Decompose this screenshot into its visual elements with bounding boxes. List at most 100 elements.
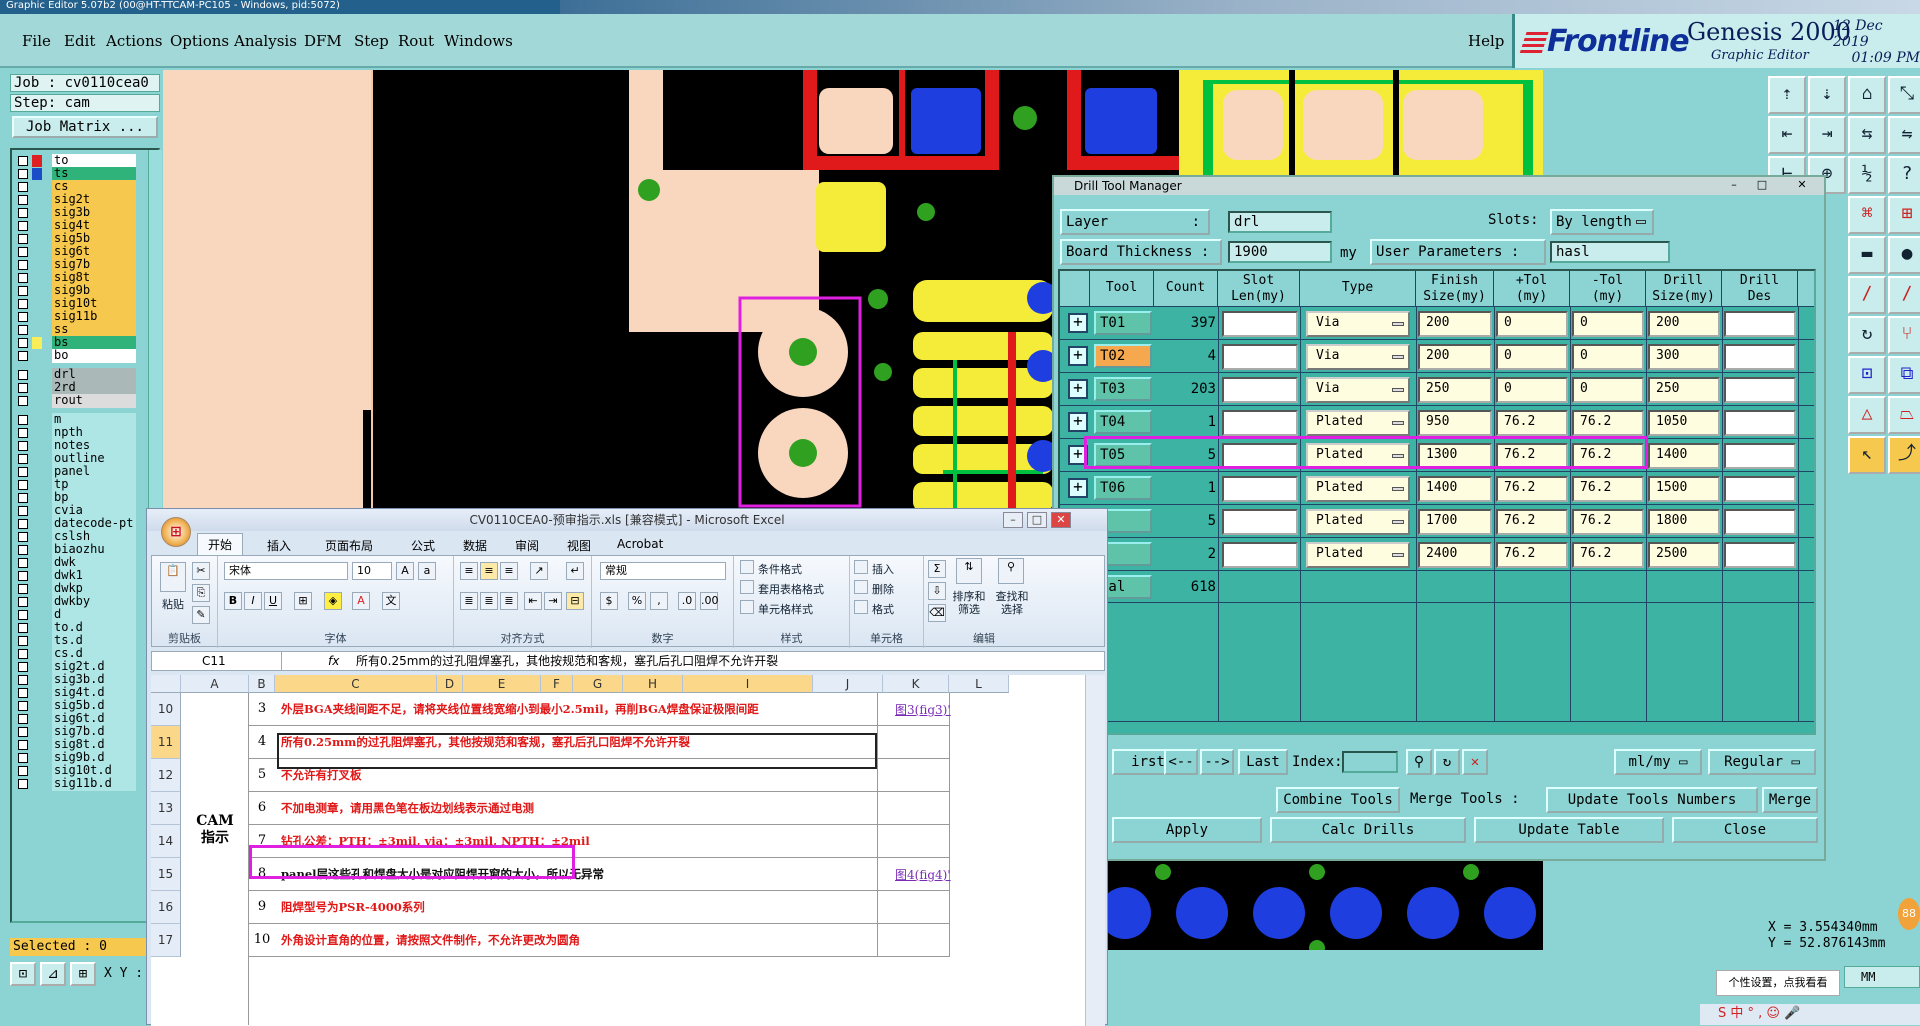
maximize-icon[interactable]: □: [1754, 179, 1770, 192]
layer-checkbox[interactable]: [18, 195, 28, 205]
mode-select[interactable]: Regular ▭: [1708, 749, 1816, 775]
column-header[interactable]: G: [573, 675, 623, 693]
layer-row[interactable]: sig7b.d: [14, 725, 142, 739]
slot-len-cell[interactable]: [1222, 476, 1298, 502]
copy-icon[interactable]: ⎘: [192, 584, 210, 602]
slot-len-cell[interactable]: [1222, 509, 1298, 535]
instruction-number[interactable]: 6: [249, 800, 275, 815]
triangle-icon[interactable]: △: [1848, 396, 1886, 434]
pad-row-icon[interactable]: ▬: [1848, 236, 1886, 274]
drill-des-cell[interactable]: [1724, 311, 1796, 337]
column-header[interactable]: B: [249, 675, 275, 693]
minus-tol-cell[interactable]: 76.2: [1572, 410, 1644, 436]
menu-windows[interactable]: Windows: [444, 32, 513, 50]
layer-row[interactable]: datecode-pt: [14, 517, 142, 531]
apply-button[interactable]: Apply: [1112, 817, 1262, 843]
layer-row[interactable]: outline: [14, 452, 142, 466]
row-header[interactable]: 16: [151, 891, 181, 924]
layer-checkbox[interactable]: [18, 662, 28, 672]
tab-home[interactable]: 开始: [197, 533, 243, 555]
finish-size-cell[interactable]: 1700: [1418, 509, 1492, 535]
minus-tol-cell[interactable]: 76.2: [1572, 542, 1644, 568]
font-name-select[interactable]: 宋体: [224, 562, 348, 580]
layer-checkbox[interactable]: [18, 675, 28, 685]
slots-select[interactable]: By length: [1550, 209, 1654, 235]
search-icon[interactable]: ⚲: [1406, 749, 1432, 775]
layer-checkbox[interactable]: [18, 597, 28, 607]
layer-checkbox[interactable]: [18, 338, 28, 348]
autosum-icon[interactable]: Σ: [928, 560, 946, 578]
fill-icon[interactable]: ⇩: [928, 582, 946, 600]
minus-tol-cell[interactable]: 76.2: [1572, 509, 1644, 535]
last-button[interactable]: Last: [1238, 749, 1288, 775]
layer-checkbox[interactable]: [18, 428, 28, 438]
layer-row[interactable]: sig10t.d: [14, 764, 142, 778]
layer-checkbox[interactable]: [18, 558, 28, 568]
drill-des-cell[interactable]: [1724, 509, 1796, 535]
plus-tol-cell[interactable]: 76.2: [1496, 542, 1568, 568]
fork-icon[interactable]: ⑂: [1888, 316, 1920, 354]
layer-checkbox[interactable]: [18, 779, 28, 789]
expand-icon[interactable]: +: [1068, 313, 1088, 333]
layer-row[interactable]: bo: [14, 349, 142, 363]
merge-center-icon[interactable]: ⊟: [566, 592, 584, 610]
layer-row[interactable]: sig9b: [14, 284, 142, 298]
name-box[interactable]: C11: [152, 652, 282, 670]
layer-checkbox[interactable]: [18, 312, 28, 322]
layer-checkbox[interactable]: [18, 714, 28, 724]
menu-file[interactable]: File: [22, 32, 51, 50]
tab-view[interactable]: 视图: [567, 537, 591, 554]
underline-icon[interactable]: U: [264, 592, 282, 610]
scale-icon[interactable]: ½: [1848, 156, 1886, 194]
type-select[interactable]: Plated: [1306, 509, 1410, 535]
cut-icon[interactable]: ✂: [192, 562, 210, 580]
layer-row[interactable]: to.d: [14, 621, 142, 635]
layer-checkbox[interactable]: [18, 766, 28, 776]
plus-tol-cell[interactable]: 0: [1496, 344, 1568, 370]
grid-icon[interactable]: ⊞: [70, 962, 96, 986]
layer-row[interactable]: sig8t.d: [14, 738, 142, 752]
layer-checkbox[interactable]: [18, 208, 28, 218]
column-header[interactable]: C: [275, 675, 437, 693]
tab-formulas[interactable]: 公式: [411, 537, 435, 554]
zoom-in-icon[interactable]: ⊡: [10, 962, 36, 986]
plus-tol-cell[interactable]: 76.2: [1496, 509, 1568, 535]
layer-row[interactable]: sig5b.d: [14, 699, 142, 713]
layer-row[interactable]: dwk1: [14, 569, 142, 583]
table-format-button[interactable]: 套用表格格式: [758, 581, 824, 597]
row-header[interactable]: 14: [151, 825, 181, 858]
grow-font-icon[interactable]: A: [396, 562, 414, 580]
finish-size-cell[interactable]: 200: [1418, 311, 1492, 337]
via-icon[interactable]: ⊡: [1848, 356, 1886, 394]
layer-checkbox[interactable]: [18, 727, 28, 737]
layer-row[interactable]: dwkp: [14, 582, 142, 596]
layer-checkbox[interactable]: [18, 740, 28, 750]
tab-data[interactable]: 数据: [463, 537, 487, 554]
find-select-button[interactable]: 查找和选择: [992, 590, 1032, 616]
layer-checkbox[interactable]: [18, 636, 28, 646]
row-header[interactable]: 10: [151, 693, 181, 726]
drill-row[interactable]: + T03 203 Via 250 0 0 250: [1060, 373, 1814, 406]
next-button[interactable]: -->: [1200, 749, 1234, 775]
type-select[interactable]: Plated: [1306, 410, 1410, 436]
align-bottom-icon[interactable]: ≡: [500, 562, 518, 580]
currency-icon[interactable]: $: [600, 592, 618, 610]
snap-grid-icon[interactable]: ⊞: [1888, 196, 1920, 234]
cell-styles-button[interactable]: 单元格样式: [758, 601, 813, 617]
expand-icon[interactable]: +: [1068, 379, 1088, 399]
layer-row[interactable]: cs: [14, 180, 142, 194]
prev-button[interactable]: <--: [1164, 749, 1198, 775]
percent-icon[interactable]: %: [628, 592, 646, 610]
layer-row[interactable]: sig10t: [14, 297, 142, 311]
drill-des-cell[interactable]: [1724, 410, 1796, 436]
layer-row[interactable]: dwk: [14, 556, 142, 570]
finish-size-cell[interactable]: 2400: [1418, 542, 1492, 568]
layer-checkbox[interactable]: [18, 156, 28, 166]
drill-size-cell[interactable]: 1050: [1648, 410, 1720, 436]
refresh-icon[interactable]: ↻: [1434, 749, 1460, 775]
font-color-icon[interactable]: A: [352, 592, 370, 610]
phonetic-icon[interactable]: 文: [382, 592, 400, 610]
layer-field[interactable]: drl: [1228, 211, 1332, 233]
plus-tol-cell[interactable]: 76.2: [1496, 476, 1568, 502]
paste-label[interactable]: 粘贴: [162, 596, 184, 612]
